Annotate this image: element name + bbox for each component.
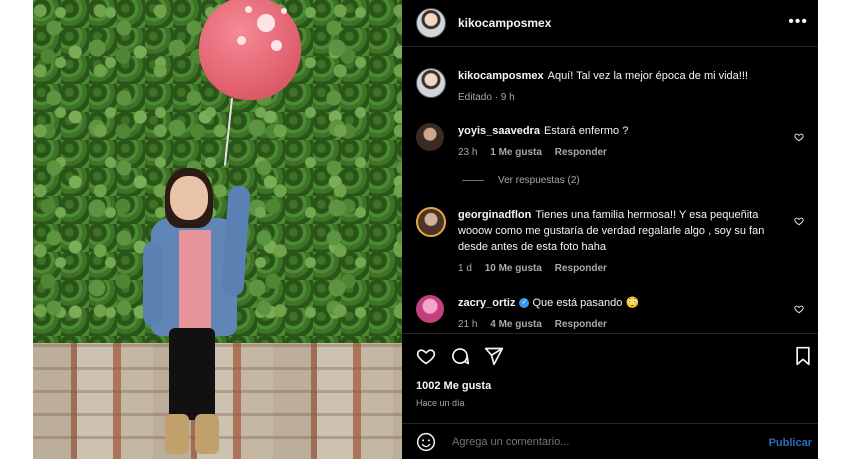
comment-username[interactable]: yoyis_saavedra (458, 125, 540, 137)
caption-username[interactable]: kikocamposmex (458, 70, 544, 82)
comment-like-heart-icon[interactable] (794, 304, 804, 314)
comment-username[interactable]: georginadflon (458, 209, 531, 221)
post-action-bar (402, 333, 818, 378)
post-header: kikocamposmex ••• (402, 0, 818, 47)
comment-likes[interactable]: 10 Me gusta (485, 263, 542, 274)
verified-badge-icon: ✓ (519, 298, 530, 309)
reply-button[interactable]: Responder (555, 319, 607, 330)
comment-time: 21 h (458, 319, 478, 330)
commenter-avatar[interactable] (416, 295, 444, 323)
comment-like-heart-icon[interactable] (794, 132, 804, 142)
comment-composer: Publicar (402, 423, 818, 460)
author-username[interactable]: kikocamposmex (458, 16, 551, 30)
reply-button[interactable]: Responder (555, 147, 607, 158)
comment-text: Estará enfermo ? (543, 125, 629, 137)
likes-count[interactable]: 1002 Me gusta (416, 380, 491, 392)
bookmark-icon[interactable] (794, 346, 812, 366)
comment-icon[interactable] (450, 346, 470, 366)
commenter-avatar[interactable] (416, 123, 444, 151)
view-replies-label[interactable]: Ver respuestas (2) (498, 175, 580, 186)
comment-likes[interactable]: 1 Me gusta (490, 147, 542, 158)
comment-time: 23 h (458, 147, 478, 158)
comment-time: 1 d (458, 263, 472, 274)
publish-button[interactable]: Publicar (769, 437, 812, 449)
comment-username[interactable]: zacry_ortiz (458, 297, 515, 309)
caption-meta: Editado · 9 h (458, 92, 515, 103)
reply-button[interactable]: Responder (555, 263, 607, 274)
photo-child (143, 168, 273, 459)
caption-text: Aquí! Tal vez la mejor época de mi vida!… (547, 70, 748, 82)
post-side-panel: kikocamposmex ••• kikocamposmex Aquí! Tal… (402, 0, 818, 459)
heart-icon[interactable] (416, 346, 436, 366)
photo-balloon (199, 0, 301, 100)
comment-input[interactable] (450, 435, 754, 449)
comments-list: kikocamposmex Aquí! Tal vez la mejor époc… (402, 46, 818, 333)
author-avatar[interactable] (416, 8, 446, 38)
more-horizontal-icon[interactable]: ••• (788, 13, 808, 31)
post-photo[interactable] (33, 0, 402, 459)
commenter-avatar[interactable] (416, 207, 446, 237)
comment-text: Que está pasando 😳 (532, 297, 640, 309)
posted-time: Hace un día (416, 398, 465, 408)
send-icon[interactable] (484, 346, 504, 366)
instagram-post-modal: kikocamposmex ••• kikocamposmex Aquí! Tal… (33, 0, 818, 459)
comment-likes[interactable]: 4 Me gusta (490, 319, 542, 330)
caption-avatar[interactable] (416, 68, 446, 98)
emoji-icon[interactable] (416, 432, 436, 452)
replies-divider (462, 180, 484, 181)
comment-like-heart-icon[interactable] (794, 216, 804, 226)
view-replies-button[interactable]: Ver respuestas (2) (462, 175, 580, 186)
